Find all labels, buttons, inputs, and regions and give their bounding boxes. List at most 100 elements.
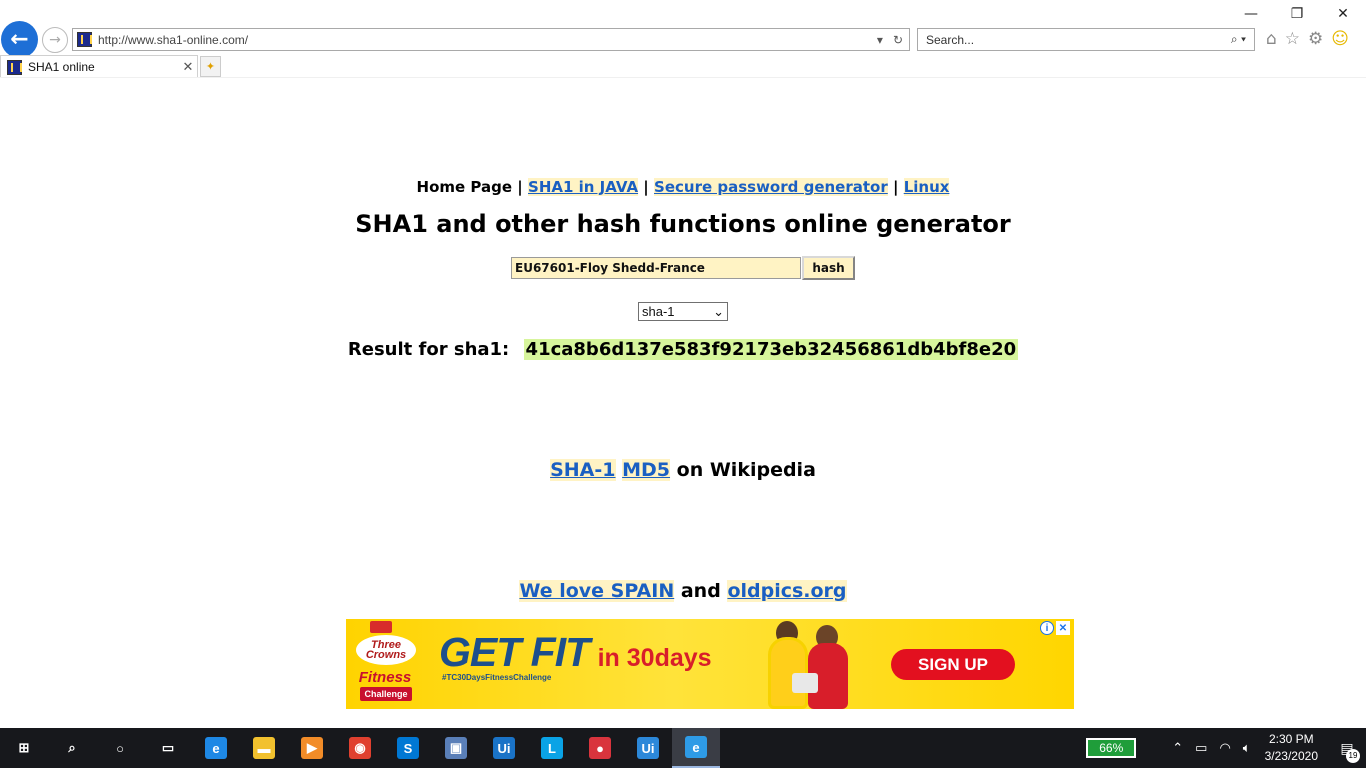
tab-close-icon[interactable]: ✕ — [179, 59, 197, 75]
clock[interactable]: 2:30 PM 3/23/2020 — [1265, 731, 1318, 765]
taskbar-item-screen-recorder[interactable]: ● — [576, 728, 624, 768]
taskbar-item-uipath-studio[interactable]: Ui — [480, 728, 528, 768]
clock-time: 2:30 PM — [1268, 732, 1314, 746]
tab-sha1-online[interactable]: SHA1 online ✕ — [0, 55, 198, 78]
windows-taskbar: ⊞ ⌕ ○ ▭ e ▬ ▶ ◉ S ▣ Ui L ● Ui e 66% ⌃ ▭ ◠ 🔈︎ 2:30 PM 3… — [0, 728, 1366, 768]
wiki-suffix: on Wikipedia — [676, 459, 816, 481]
feedback-smiley-icon[interactable]: ☺ — [1331, 29, 1349, 49]
settings-gear-icon[interactable]: ⚙ — [1308, 29, 1323, 49]
file-explorer-icon: ▬ — [253, 737, 275, 759]
brand-challenge: Challenge — [360, 687, 412, 701]
conjunction-text: and — [680, 580, 721, 602]
ad-headline-suffix: in 30days — [597, 644, 712, 672]
brand-fitness: Fitness — [358, 669, 412, 686]
taskbar-item-task-view[interactable]: ▭ — [144, 728, 192, 768]
minimize-icon[interactable]: — — [1228, 0, 1274, 28]
ad-brand-logo: Three Crowns Fitness Challenge — [352, 621, 416, 705]
result-line: Result for sha1: 41ca8b6d137e583f92173eb… — [0, 339, 1366, 360]
chevron-up-icon[interactable]: ⌃ — [1172, 740, 1183, 756]
taskbar-item-skype[interactable]: S — [384, 728, 432, 768]
advertisement-banner[interactable]: Three Crowns Fitness Challenge GET FIT i… — [346, 619, 1074, 709]
taskbar-item-internet-explorer[interactable]: e — [672, 728, 720, 768]
brand-name: Three Crowns — [356, 635, 416, 665]
taskbar-item-uipath-robot[interactable]: Ui — [624, 728, 672, 768]
system-tray: 66% ⌃ ▭ ◠ 🔈︎ 2:30 PM 3/23/2020 ▤ 19 — [1086, 728, 1366, 768]
home-icon[interactable]: ⌂ — [1266, 29, 1277, 49]
taskbar-item-start[interactable]: ⊞ — [0, 728, 48, 768]
taskbar-item-chrome[interactable]: ◉ — [336, 728, 384, 768]
tab-favicon-icon — [7, 59, 22, 75]
chrome-icon: ◉ — [349, 737, 371, 759]
link-oldpics[interactable]: oldpics.org — [727, 580, 847, 602]
battery-indicator[interactable]: 66% — [1086, 738, 1137, 758]
hash-text-input[interactable] — [511, 257, 801, 279]
link-we-love-spain[interactable]: We love SPAIN — [519, 580, 675, 602]
taskbar-item-search[interactable]: ⌕ — [48, 728, 96, 768]
media-player-icon: ▶ — [301, 737, 323, 759]
cortana-icon: ○ — [116, 740, 124, 756]
nav-home-label: Home Page — [416, 178, 513, 196]
hash-form: hash — [511, 256, 855, 280]
forward-arrow-icon[interactable]: → — [42, 27, 68, 53]
notification-count: 19 — [1346, 748, 1360, 763]
algorithm-selected-value[interactable]: sha-1 — [642, 304, 675, 319]
result-hash-value: 41ca8b6d137e583f92173eb32456861db4bf8e20 — [523, 339, 1019, 360]
algorithm-select[interactable]: sha-1 ⌄ — [638, 302, 728, 321]
new-tab-icon[interactable]: ✦ — [200, 56, 221, 77]
ad-close-icon[interactable]: ✕ — [1056, 621, 1070, 635]
nav-separator: | — [517, 178, 523, 196]
close-icon[interactable]: ✕ — [1320, 0, 1366, 28]
back-arrow-icon[interactable]: ← — [1, 21, 38, 58]
notification-icon[interactable]: ▤ 19 — [1328, 740, 1366, 763]
task-view-icon: ▭ — [161, 740, 175, 755]
battery-icon[interactable]: ▭ — [1195, 740, 1207, 756]
taskbar-item-cortana[interactable]: ○ — [96, 728, 144, 768]
nav-link-password-generator[interactable]: Secure password generator — [654, 178, 888, 196]
taskbar-item-edge[interactable]: e — [192, 728, 240, 768]
remote-desktop-icon: ▣ — [445, 737, 467, 759]
internet-explorer-icon: e — [685, 736, 707, 758]
top-navigation: Home Page | SHA1 in JAVA | Secure passwo… — [0, 178, 1366, 196]
wiki-link-md5[interactable]: MD5 — [622, 459, 671, 481]
taskbar-item-media-player[interactable]: ▶ — [288, 728, 336, 768]
url-text[interactable]: http://www.sha1-online.com/ — [98, 33, 877, 47]
ad-info-icon[interactable]: i — [1040, 621, 1054, 635]
favorites-star-icon[interactable]: ☆ — [1285, 29, 1300, 49]
wiki-link-sha1[interactable]: SHA-1 — [550, 459, 616, 481]
ad-signup-button[interactable]: SIGN UP — [891, 649, 1015, 680]
search-placeholder[interactable]: Search... — [926, 33, 974, 47]
taskbar-item-remote-desktop[interactable]: ▣ — [432, 728, 480, 768]
address-dropdown-icon[interactable]: ▾ — [877, 33, 883, 47]
search-icon[interactable]: ⌕ ▾ — [1231, 32, 1246, 47]
ad-controls: i ✕ — [1040, 621, 1070, 635]
chevron-down-icon[interactable]: ⌄ — [713, 304, 724, 320]
nav-link-linux[interactable]: Linux — [903, 178, 950, 196]
taskbar-item-file-explorer[interactable]: ▬ — [240, 728, 288, 768]
taskbar-item-l-app[interactable]: L — [528, 728, 576, 768]
window-controls: — ❐ ✕ — [1228, 0, 1366, 28]
nav-link-sha1-java[interactable]: SHA1 in JAVA — [528, 178, 639, 196]
nav-separator: | — [643, 178, 649, 196]
hash-button[interactable]: hash — [802, 256, 855, 280]
ad-headline-main: GET FIT — [439, 629, 590, 675]
wikipedia-links: SHA-1 MD5 on Wikipedia — [0, 459, 1366, 481]
screen-recorder-icon: ● — [589, 737, 611, 759]
browser-chrome: ← → http://www.sha1-online.com/ ▾ ↻ Sear… — [0, 0, 1366, 78]
crown-icon — [370, 621, 392, 633]
cups-image — [792, 673, 818, 693]
wifi-icon[interactable]: ◠ — [1219, 740, 1230, 756]
address-bar[interactable]: http://www.sha1-online.com/ ▾ ↻ — [72, 28, 910, 51]
volume-icon[interactable]: 🔈︎ — [1243, 740, 1251, 756]
clock-date: 3/23/2020 — [1264, 749, 1318, 763]
ad-hashtag: #TC30DaysFitnessChallenge — [442, 673, 552, 682]
refresh-icon[interactable]: ↻ — [893, 33, 903, 47]
browser-search-box[interactable]: Search... ⌕ ▾ — [917, 28, 1255, 51]
edge-icon: e — [205, 737, 227, 759]
tab-title[interactable]: SHA1 online — [28, 60, 179, 74]
l-app-icon: L — [541, 737, 563, 759]
skype-icon: S — [397, 737, 419, 759]
page-title: SHA1 and other hash functions online gen… — [355, 210, 1011, 238]
restore-icon[interactable]: ❐ — [1274, 0, 1320, 28]
start-icon: ⊞ — [18, 740, 30, 755]
site-favicon-icon — [77, 32, 92, 47]
